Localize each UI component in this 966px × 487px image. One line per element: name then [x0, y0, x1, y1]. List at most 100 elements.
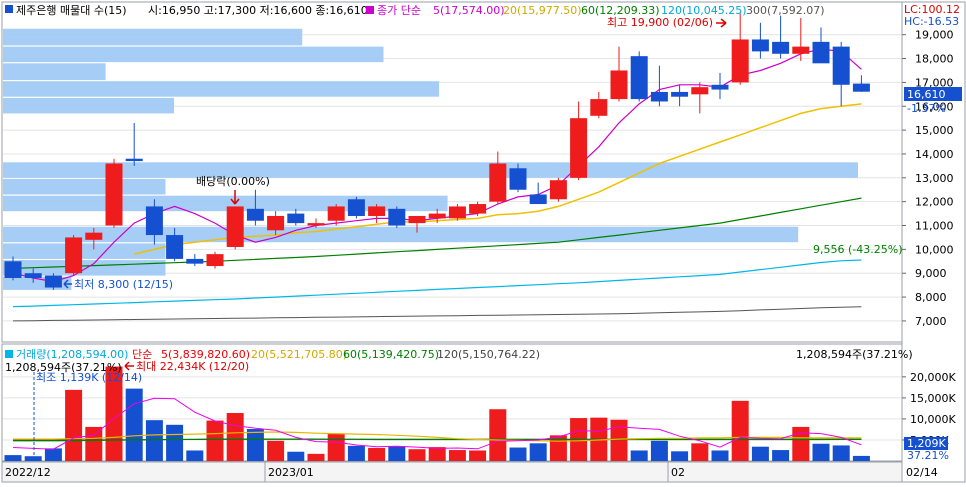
candle-body [630, 56, 648, 100]
hc-readout: HC:-16.53 [904, 15, 959, 28]
volume-bar [529, 443, 547, 461]
candle-body [125, 158, 143, 162]
candle-body [792, 46, 810, 54]
ma-legend-label: 종가 단순 [377, 4, 421, 17]
price-tick-label: 9,000 [915, 267, 947, 280]
volume-bar [650, 440, 668, 461]
volume-bar [509, 447, 527, 461]
candle-body [529, 194, 547, 205]
volume-profile-bar [3, 179, 166, 195]
volume-bar [24, 456, 42, 461]
ma120-marker-label: 9,556 (-43.25%) [813, 243, 902, 256]
volume-bar [347, 445, 365, 461]
volume-bar [671, 451, 689, 461]
volume-max-label: 최대 22,434K (12/20) [136, 360, 249, 373]
candle-body [44, 275, 62, 288]
volume-profile-bar [3, 81, 440, 97]
candle-body [368, 206, 386, 216]
current-price-pct: -1.37% [907, 102, 946, 115]
volume-profile-bar [3, 162, 858, 178]
candle-body [287, 213, 305, 224]
candle-body [267, 215, 285, 231]
chart-title: 제주은행 매물대 수(15) [16, 4, 127, 17]
candle-body [610, 70, 628, 100]
volume-tick-label: 20,000K [910, 371, 956, 384]
x-label-02: 02 [671, 466, 685, 479]
volume-tick-label: 10,000K [910, 413, 956, 426]
candle-body [509, 168, 527, 190]
volume-bar [610, 419, 628, 461]
candle-body [408, 215, 426, 224]
volume-legend: 거래량(1,208,594.00) [16, 348, 128, 361]
candle-body [105, 163, 123, 226]
volume-bar [388, 446, 406, 461]
volume-bar [489, 409, 507, 461]
dividend-annotation: 배당락(0.00%) [196, 175, 270, 188]
volume-profile-bar [3, 28, 303, 46]
candle-body [570, 118, 588, 178]
candle-body [85, 232, 103, 240]
volume-bar [44, 448, 62, 461]
ohlc-readout: 시:16,950 고:17,300 저:16,600 종:16,610 [148, 4, 368, 17]
candle-body [186, 258, 204, 264]
volume-bar [125, 388, 143, 461]
volume-bar [792, 426, 810, 461]
candle-body [711, 84, 729, 90]
price-tick-label: 14,000 [915, 148, 954, 161]
volume-bar [145, 420, 163, 461]
candle-body [812, 41, 830, 64]
candle-body [4, 261, 22, 278]
volume-ma-120: 120(5,150,764.22) [437, 348, 540, 361]
volume-bar [368, 447, 386, 461]
volume-bar [751, 446, 769, 461]
price-tick-label: 8,000 [915, 291, 947, 304]
volume-bar [852, 455, 870, 461]
price-tick-label: 7,000 [915, 315, 947, 328]
header-color-box [5, 5, 13, 13]
candle-body [671, 91, 689, 97]
price-tick-label: 12,000 [915, 196, 954, 209]
candle-body [852, 83, 870, 92]
candle-body [166, 235, 184, 259]
candle-body [428, 213, 446, 219]
volume-ma-20: 20(5,521,705.80) [251, 348, 347, 361]
volume-bar [287, 451, 305, 461]
volume-bar [226, 413, 244, 461]
volume-bar [428, 447, 446, 461]
price-tick-label: 11,000 [915, 220, 954, 233]
right-axis-strip [901, 1, 966, 483]
candle-body [246, 208, 264, 221]
x-axis-strip [1, 461, 903, 483]
ma-legend-5: 5(17,574.00) [433, 4, 505, 17]
volume-bar [85, 426, 103, 461]
candle-body [145, 206, 163, 236]
volume-bar [630, 450, 648, 461]
ma-legend-20: 20(15,977.50) [503, 4, 582, 17]
volume-bar [65, 389, 83, 461]
volume-bar [206, 420, 224, 461]
candle-body [772, 41, 790, 54]
volume-bar [711, 450, 729, 461]
candle-body [489, 163, 507, 202]
candle-body [327, 206, 345, 221]
x-label-2023-01: 2023/01 [268, 466, 314, 479]
volume-bar [731, 400, 749, 461]
volume-profile-bar [3, 46, 384, 63]
current-price-value: 16,610 [907, 88, 946, 101]
x-label-02-14: 02/14 [906, 466, 938, 479]
price-tick-label: 19,000 [915, 29, 954, 42]
volume-profile-bar [3, 63, 106, 81]
volume-bar [448, 450, 466, 461]
volume-profile-bar [3, 243, 166, 259]
price-tick-label: 13,000 [915, 172, 954, 185]
x-label-2022-12: 2022/12 [5, 466, 51, 479]
current-volume-pct: 37.21% [907, 449, 949, 462]
volume-bar [691, 443, 709, 461]
candle-body [469, 204, 487, 214]
volume-bar [327, 434, 345, 461]
volume-bar [772, 450, 790, 461]
candle-body [731, 39, 749, 83]
volume-legend-box [5, 350, 13, 358]
candle-body [650, 91, 668, 102]
candle-body [347, 199, 365, 216]
